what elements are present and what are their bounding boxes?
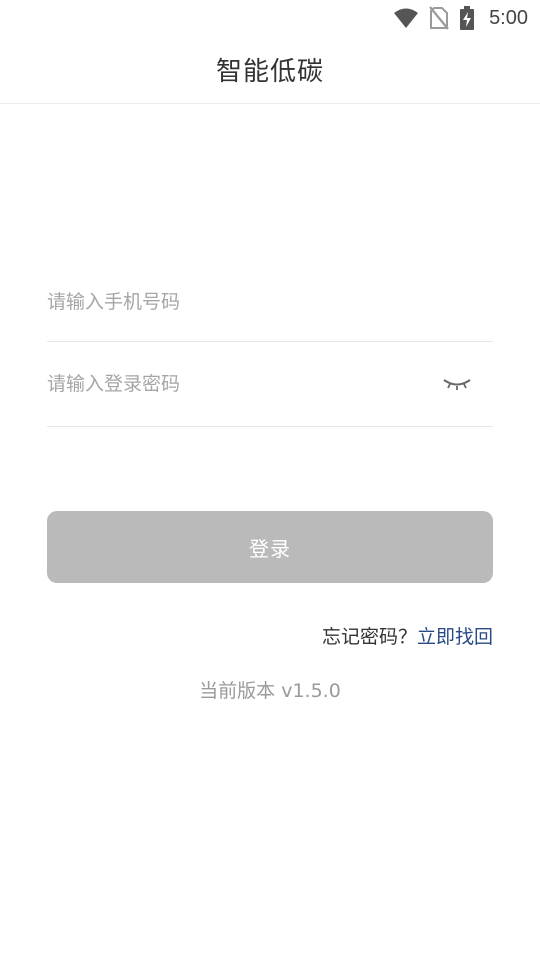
password-visibility-toggle[interactable] <box>437 369 477 399</box>
login-button-label: 登录 <box>249 536 291 561</box>
password-input[interactable] <box>47 364 437 404</box>
wifi-icon <box>393 7 419 29</box>
login-button[interactable]: 登录 <box>47 511 493 583</box>
eye-closed-icon <box>443 379 471 390</box>
status-bar: 5:00 <box>0 0 540 36</box>
battery-charging-icon <box>459 6 475 30</box>
login-screen: 5:00 智能低碳 登录 忘记密码？ 立即找回 当前版本 v1.5.0 <box>0 0 540 960</box>
phone-field <box>47 262 493 342</box>
title-bar: 智能低碳 <box>0 36 540 104</box>
recover-password-link[interactable]: 立即找回 <box>417 622 493 649</box>
password-field <box>47 342 493 427</box>
status-time: 5:00 <box>489 6 528 29</box>
no-sim-icon <box>429 6 449 30</box>
version-label: 当前版本 v1.5.0 <box>199 680 341 702</box>
page-title: 智能低碳 <box>215 57 324 87</box>
forgot-password-row: 忘记密码？ 立即找回 <box>322 620 493 650</box>
phone-input[interactable] <box>47 281 493 322</box>
forgot-password-text: 忘记密码？ <box>321 625 417 648</box>
